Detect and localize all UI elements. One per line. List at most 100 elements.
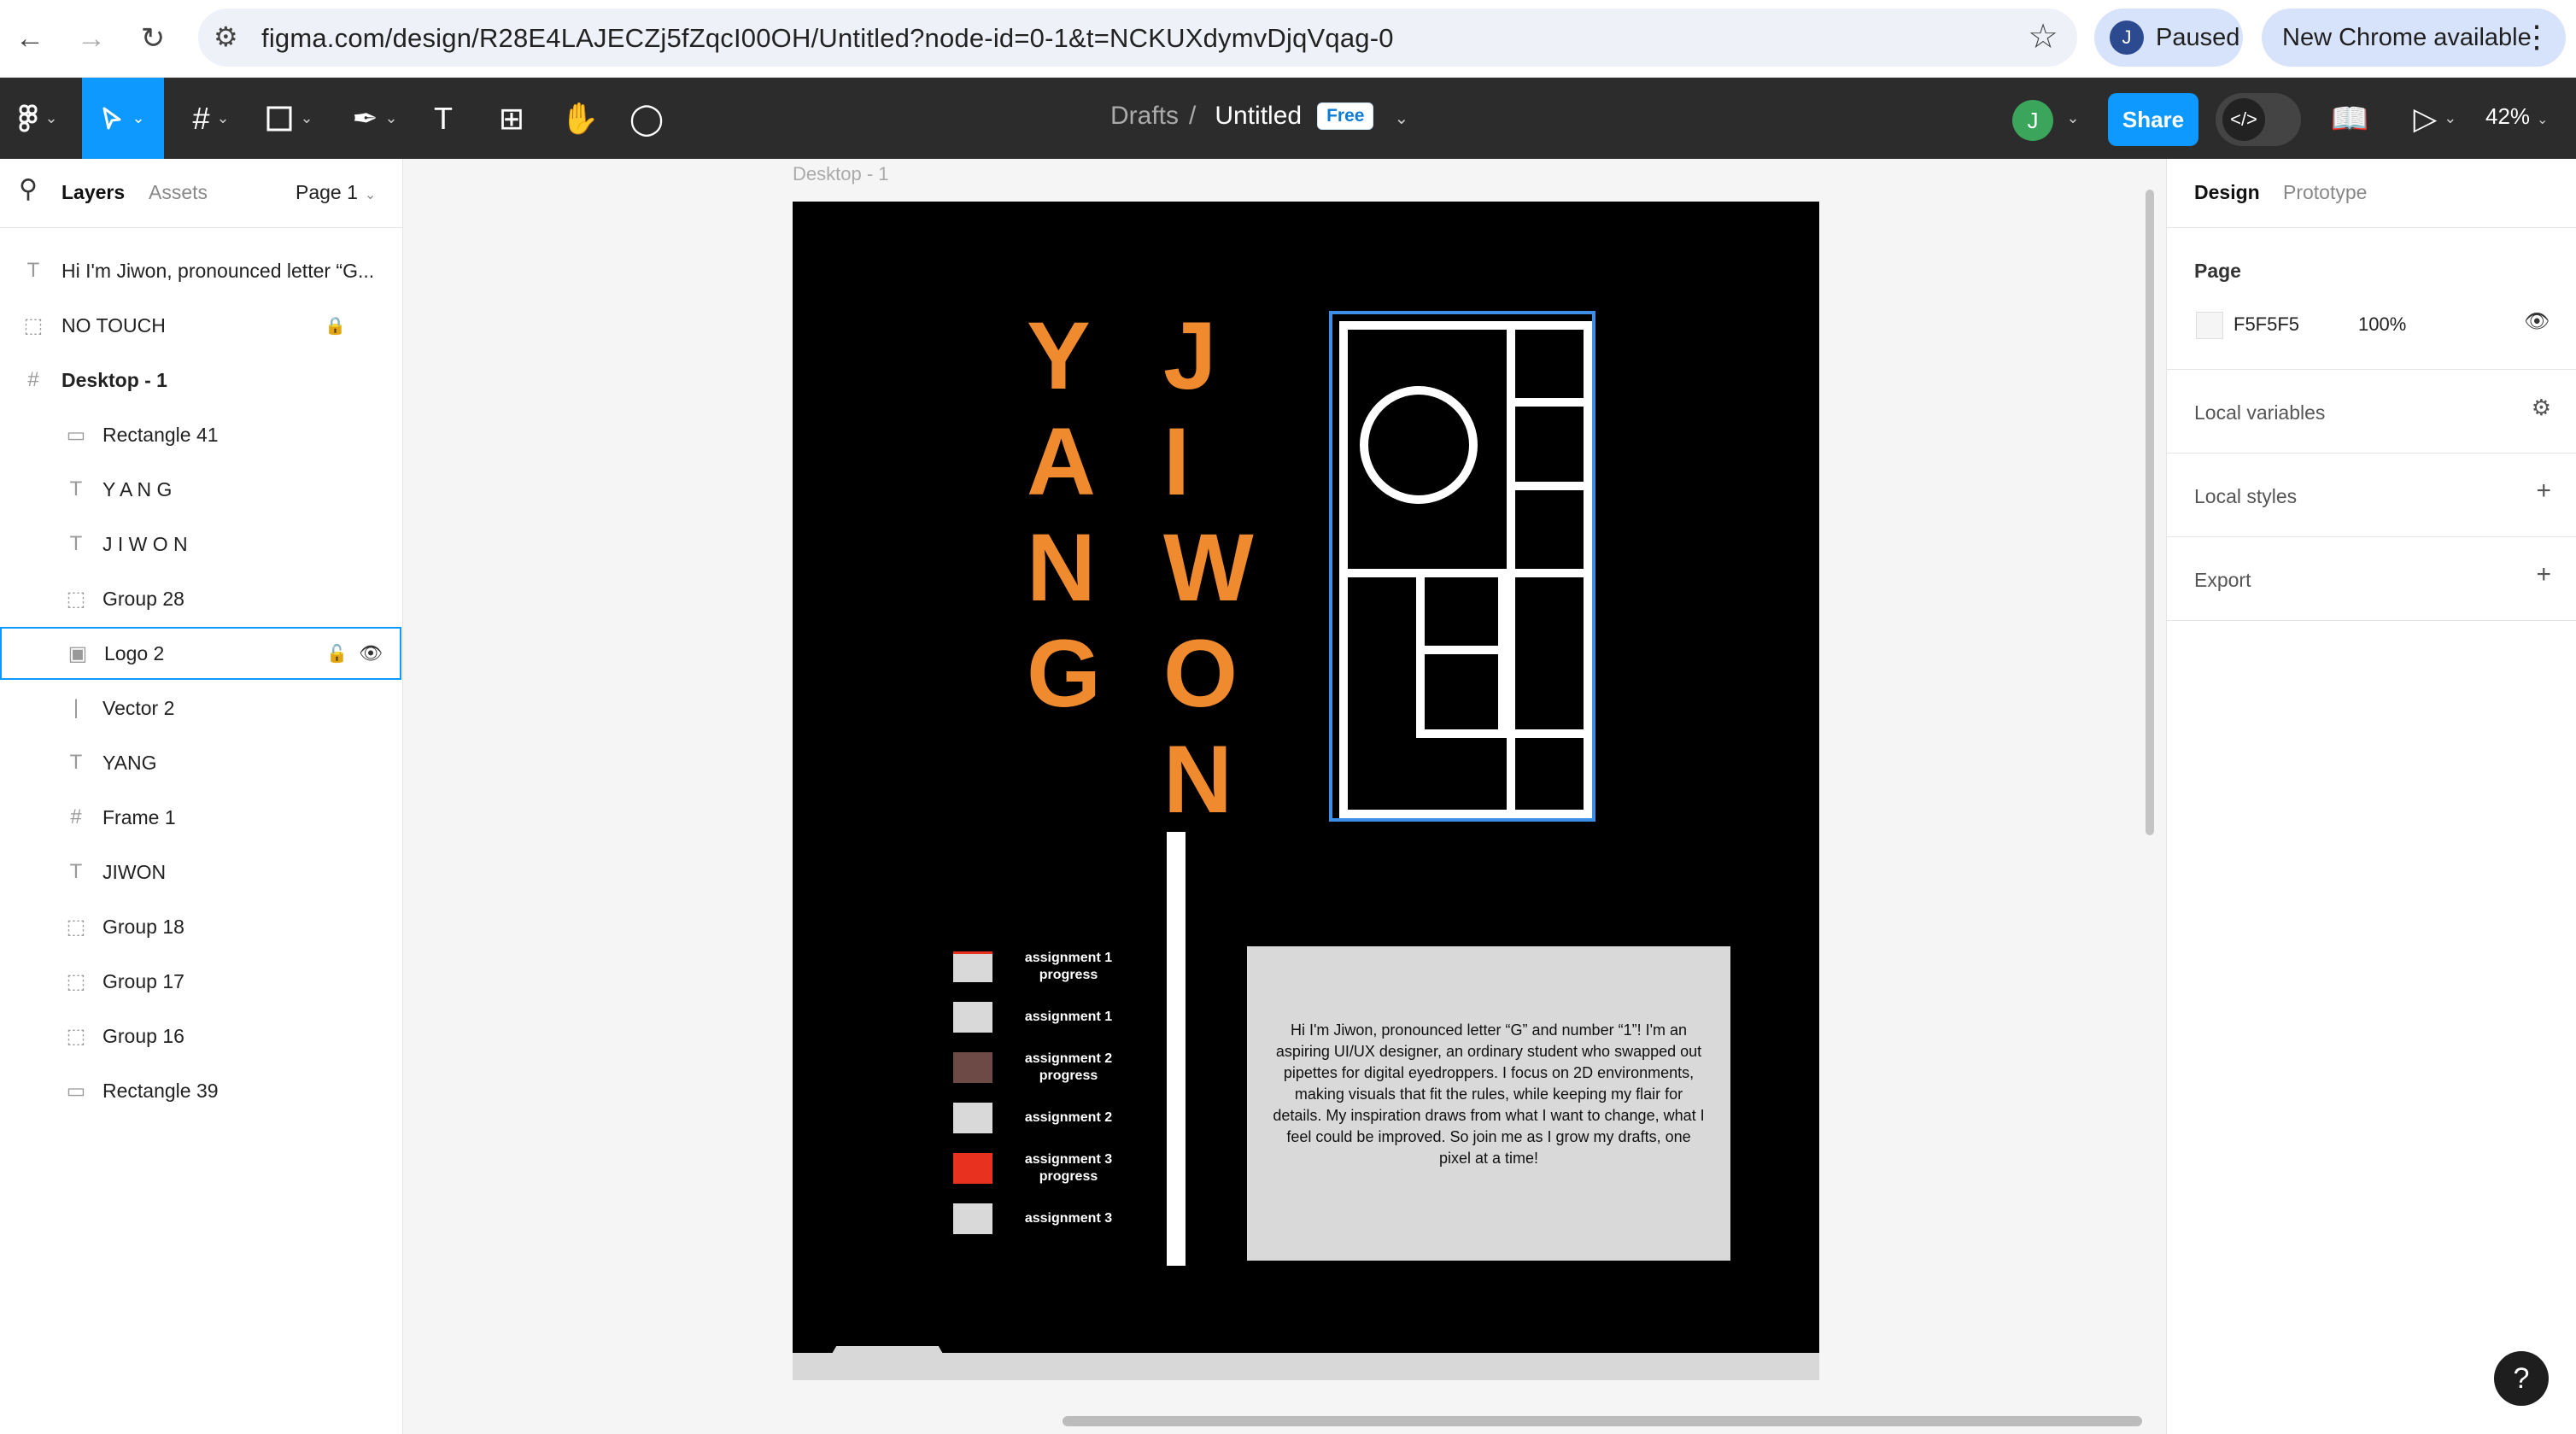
layer-row[interactable]: | Vector 2 (0, 682, 401, 735)
jiwon-letter[interactable]: W (1163, 520, 1254, 616)
eye-icon[interactable]: 👁 (359, 642, 383, 664)
add-style-plus-icon[interactable]: + (2536, 477, 2551, 506)
visibility-eye-icon[interactable]: 👁 (2524, 309, 2550, 334)
layer-row[interactable]: TJ I W O N (0, 518, 401, 571)
dev-mode-toggle[interactable]: </> (2216, 93, 2301, 146)
legend-swatch[interactable] (953, 1103, 992, 1133)
tab-assets[interactable]: Assets (149, 181, 208, 204)
line-icon: | (73, 696, 79, 719)
reload-icon[interactable]: ↻ (133, 19, 173, 58)
vertical-scrollbar[interactable] (2146, 190, 2154, 835)
legend-label[interactable]: assignment 3 progress (1013, 1151, 1124, 1185)
layer-row[interactable]: ⬚ Group 17 (0, 955, 401, 1008)
logo-2-selection[interactable] (1329, 311, 1595, 822)
page-selector[interactable]: Page 1 ⌄ (296, 181, 376, 204)
text-tool-icon[interactable]: T (424, 78, 463, 159)
move-tool-icon[interactable]: ⌄ (82, 78, 164, 159)
unlock-icon[interactable]: 🔓 (326, 643, 348, 664)
frame-tool-icon[interactable]: # ⌄ (181, 78, 241, 159)
yang-letter[interactable]: Y (1027, 308, 1091, 404)
logo-cell (1416, 646, 1507, 738)
back-arrow-icon[interactable]: ← (10, 19, 50, 58)
local-styles-section[interactable]: Local styles + (2167, 453, 2576, 537)
tab-layers[interactable]: Layers (61, 181, 125, 204)
page-color-swatch[interactable] (2196, 312, 2223, 339)
lock-icon[interactable]: 🔒 (325, 315, 346, 337)
layer-row[interactable]: ⬚ Group 18 (0, 900, 401, 953)
page-opacity-value[interactable]: 100% (2358, 313, 2406, 336)
zoom-value: 42% (2485, 103, 2531, 129)
legend-label[interactable]: assignment 2 progress (1013, 1051, 1124, 1085)
horizontal-scrollbar[interactable] (1063, 1416, 2142, 1426)
address-bar[interactable]: ⚙ figma.com/design/R28E4LAJECZj5fZqcI00O… (198, 9, 2077, 67)
jiwon-letter[interactable]: N (1163, 732, 1232, 828)
layer-row[interactable]: ▭ Rectangle 39 (0, 1064, 401, 1117)
jiwon-letter[interactable]: I (1163, 414, 1190, 510)
layer-row[interactable]: ⬚ Group 16 (0, 1010, 401, 1062)
design-panel: Design Prototype Page F5F5F5 100% 👁 Loca… (2166, 159, 2576, 1434)
export-section[interactable]: Export + (2167, 536, 2576, 621)
forward-arrow-icon[interactable]: → (72, 19, 111, 58)
layer-row[interactable]: ▭ Rectangle 41 (0, 408, 401, 461)
search-icon[interactable]: ⚲ (19, 174, 38, 204)
layer-row[interactable]: TY A N G (0, 463, 401, 516)
layer-row[interactable]: # Desktop - 1 (0, 354, 401, 407)
variables-sliders-icon[interactable]: ⚙ (2532, 395, 2551, 421)
more-vert-icon[interactable]: ⋮ (2521, 19, 2552, 55)
desktop-frame[interactable]: YANGJIWON assignment 1 progress assignmen… (793, 202, 1819, 1380)
jiwon-letter[interactable]: J (1163, 308, 1216, 404)
layer-row[interactable]: T Hi I'm Jiwon, pronounced letter “G... (0, 244, 401, 297)
text-icon: T (26, 259, 40, 282)
canvas[interactable]: Desktop - 1 YANGJIWON assignment 1 progr… (403, 159, 2166, 1434)
file-name[interactable]: Untitled (1215, 102, 1302, 130)
yang-letter[interactable]: G (1027, 626, 1101, 722)
legend-label[interactable]: assignment 1 (1013, 1009, 1124, 1026)
update-chrome-button[interactable]: New Chrome available ⋮ (2262, 9, 2566, 67)
bottom-notch-shape[interactable] (817, 1346, 958, 1380)
user-avatar[interactable]: J (2012, 100, 2053, 141)
yang-letter[interactable]: N (1027, 520, 1096, 616)
yang-letter[interactable]: A (1027, 414, 1096, 510)
help-question-icon[interactable]: ? (2494, 1351, 2549, 1406)
layer-row[interactable]: # Frame 1 (0, 791, 401, 844)
legend-swatch[interactable] (953, 1002, 992, 1033)
hand-tool-icon[interactable]: ✋ (560, 78, 600, 159)
legend-label[interactable]: assignment 2 (1013, 1109, 1124, 1127)
file-menu-chevron-icon[interactable]: ⌄ (1394, 109, 1408, 128)
tab-prototype[interactable]: Prototype (2283, 181, 2367, 204)
bookmark-star-icon[interactable]: ☆ (2028, 17, 2058, 56)
vector-bar[interactable] (1167, 832, 1186, 1266)
multiplayer-chevron-icon[interactable]: ⌄ (2060, 78, 2086, 159)
resources-tool-icon[interactable]: ⊞ (492, 78, 531, 159)
site-settings-icon[interactable]: ⚙ (214, 20, 238, 53)
present-play-icon[interactable]: ▷ ⌄ (2405, 78, 2465, 159)
legend-swatch[interactable] (953, 951, 992, 982)
layer-row[interactable]: T YANG (0, 736, 401, 789)
local-variables-section[interactable]: Local variables ⚙ (2167, 369, 2576, 454)
add-export-plus-icon[interactable]: + (2536, 560, 2551, 589)
library-book-icon[interactable]: 📖 (2330, 78, 2369, 159)
legend-swatch[interactable] (953, 1203, 992, 1234)
layer-row[interactable]: T JIWON (0, 846, 401, 898)
tab-design[interactable]: Design (2194, 181, 2260, 204)
legend-swatch[interactable] (953, 1153, 992, 1184)
url-text[interactable]: figma.com/design/R28E4LAJECZj5fZqcI00OH/… (261, 23, 1394, 54)
bio-text-box[interactable]: Hi I'm Jiwon, pronounced letter “G” and … (1247, 946, 1730, 1261)
comment-tool-icon[interactable]: ◯ (627, 78, 666, 159)
legend-label[interactable]: assignment 1 progress (1013, 950, 1124, 984)
legend-swatch[interactable] (953, 1052, 992, 1083)
figma-menu-icon[interactable]: ⌄ (9, 78, 68, 159)
zoom-level[interactable]: 42% ⌄ (2485, 103, 2548, 130)
layer-row[interactable]: ⬚ NO TOUCH 🔒 (0, 299, 401, 352)
page-color-value[interactable]: F5F5F5 (2234, 313, 2299, 336)
pen-tool-icon[interactable]: ✒ ⌄ (345, 78, 405, 159)
profile-button[interactable]: J Paused (2094, 9, 2243, 67)
frame-label[interactable]: Desktop - 1 (793, 163, 889, 185)
legend-label[interactable]: assignment 3 (1013, 1210, 1124, 1227)
layer-row[interactable]: ⬚ Group 28 (0, 572, 401, 625)
breadcrumb-drafts[interactable]: Drafts (1110, 102, 1179, 130)
jiwon-letter[interactable]: O (1163, 626, 1238, 722)
share-button[interactable]: Share (2108, 93, 2198, 146)
layer-row[interactable]: ▣ Logo 2 🔓 👁 (0, 627, 401, 680)
rectangle-tool-icon[interactable]: ⌄ (258, 78, 321, 159)
